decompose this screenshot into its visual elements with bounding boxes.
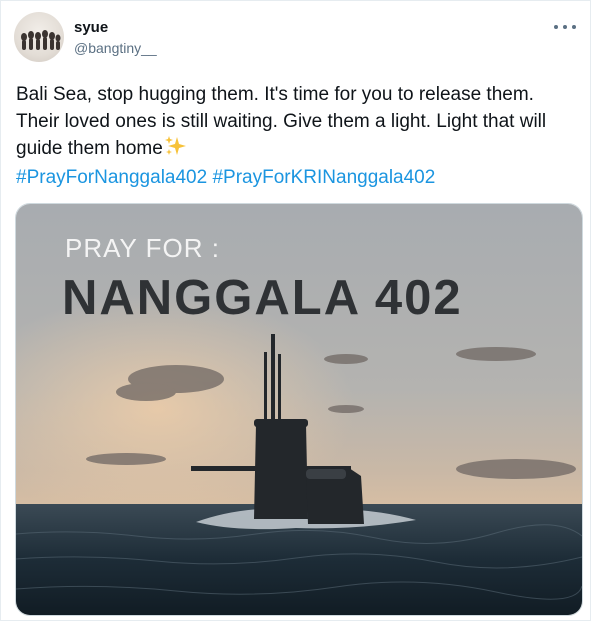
user-handle[interactable]: @bangtiny__ (74, 39, 157, 57)
hashtags: #PrayForNanggala402 #PrayForKRINanggala4… (16, 164, 581, 191)
hashtag-link[interactable]: #PrayForNanggala402 (16, 167, 207, 188)
more-options-icon[interactable] (554, 19, 576, 35)
avatar[interactable] (14, 12, 64, 62)
user-display-name[interactable]: syue (74, 19, 108, 37)
submarine-photo (16, 204, 582, 615)
sparkles-emoji-icon (164, 136, 186, 155)
image-subtitle: PRAY FOR : (65, 233, 220, 263)
tweet-image[interactable]: PRAY FOR : NANGGALA 402 (15, 203, 583, 616)
tweet-card: syue @bangtiny__ Bali Sea, stop hugging … (0, 0, 591, 621)
hashtag-link[interactable]: #PrayForKRINanggala402 (212, 167, 435, 188)
image-title: NANGGALA 402 (62, 271, 463, 325)
tweet-body: Bali Sea, stop hugging them. It's time f… (16, 84, 547, 159)
tweet-text: Bali Sea, stop hugging them. It's time f… (16, 81, 581, 162)
